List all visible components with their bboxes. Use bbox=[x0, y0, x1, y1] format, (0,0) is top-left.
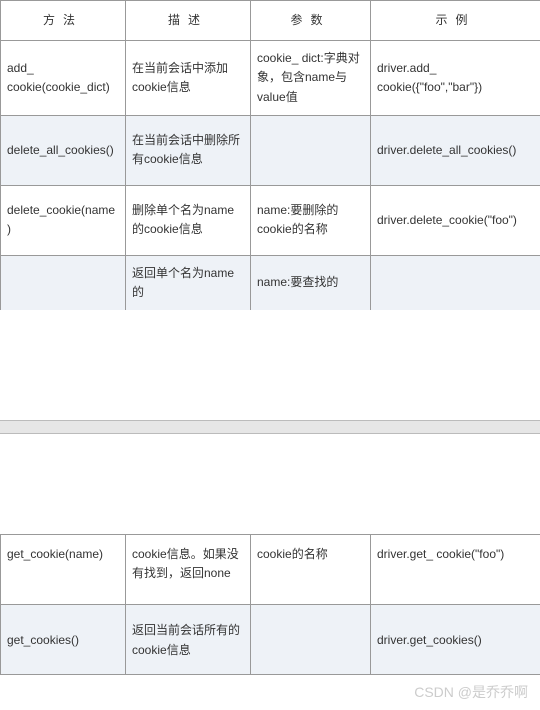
table-row: delete_all_cookies() 在当前会话中删除所有cookie信息 … bbox=[1, 115, 540, 185]
cell-method: get_cookie(name) bbox=[1, 535, 126, 605]
watermark: CSDN @是乔乔啊 bbox=[414, 682, 528, 702]
cell-param: name:要查找的 bbox=[251, 255, 371, 310]
table-header-row: 方法 描述 参数 示例 bbox=[1, 1, 540, 41]
cell-param: name:要删除的cookie的名称 bbox=[251, 185, 371, 255]
cookie-api-table-bottom: get_cookie(name) cookie信息。如果没有找到，返回none … bbox=[0, 534, 540, 675]
cookie-api-table-top: 方法 描述 参数 示例 add_ cookie(cookie_dict) 在当前… bbox=[0, 0, 540, 310]
cell-param: cookie的名称 bbox=[251, 535, 371, 605]
table-top: 方法 描述 参数 示例 add_ cookie(cookie_dict) 在当前… bbox=[0, 0, 540, 310]
page-separator bbox=[0, 420, 540, 434]
cell-desc: 在当前会话中删除所有cookie信息 bbox=[126, 115, 251, 185]
cell-method: get_cookies() bbox=[1, 605, 126, 675]
cell-method: delete_cookie(name) bbox=[1, 185, 126, 255]
cell-param: cookie_ dict:字典对象，包含name与value值 bbox=[251, 41, 371, 116]
cell-example: driver.delete_cookie("foo") bbox=[371, 185, 540, 255]
table-row: get_cookies() 返回当前会话所有的cookie信息 driver.g… bbox=[1, 605, 540, 675]
cell-param bbox=[251, 115, 371, 185]
cell-example: driver.delete_all_cookies() bbox=[371, 115, 540, 185]
cell-desc: 返回当前会话所有的cookie信息 bbox=[126, 605, 251, 675]
cell-desc: 在当前会话中添加cookie信息 bbox=[126, 41, 251, 116]
cell-example bbox=[371, 255, 540, 310]
cell-method: add_ cookie(cookie_dict) bbox=[1, 41, 126, 116]
table-row: delete_cookie(name) 删除单个名为name的cookie信息 … bbox=[1, 185, 540, 255]
cell-method bbox=[1, 255, 126, 310]
header-method: 方法 bbox=[1, 1, 126, 41]
header-desc: 描述 bbox=[126, 1, 251, 41]
cell-example: driver.get_ cookie("foo") bbox=[371, 535, 540, 605]
table-row: add_ cookie(cookie_dict) 在当前会话中添加cookie信… bbox=[1, 41, 540, 116]
cell-desc: 删除单个名为name的cookie信息 bbox=[126, 185, 251, 255]
header-example: 示例 bbox=[371, 1, 540, 41]
cell-example: driver.add_ cookie({"foo","bar"}) bbox=[371, 41, 540, 116]
table-row: 返回单个名为name的 name:要查找的 bbox=[1, 255, 540, 310]
header-param: 参数 bbox=[251, 1, 371, 41]
table-row: get_cookie(name) cookie信息。如果没有找到，返回none … bbox=[1, 535, 540, 605]
cell-method: delete_all_cookies() bbox=[1, 115, 126, 185]
cell-desc: cookie信息。如果没有找到，返回none bbox=[126, 535, 251, 605]
cell-param bbox=[251, 605, 371, 675]
cell-desc: 返回单个名为name的 bbox=[126, 255, 251, 310]
table-bottom: get_cookie(name) cookie信息。如果没有找到，返回none … bbox=[0, 534, 540, 675]
cell-example: driver.get_cookies() bbox=[371, 605, 540, 675]
